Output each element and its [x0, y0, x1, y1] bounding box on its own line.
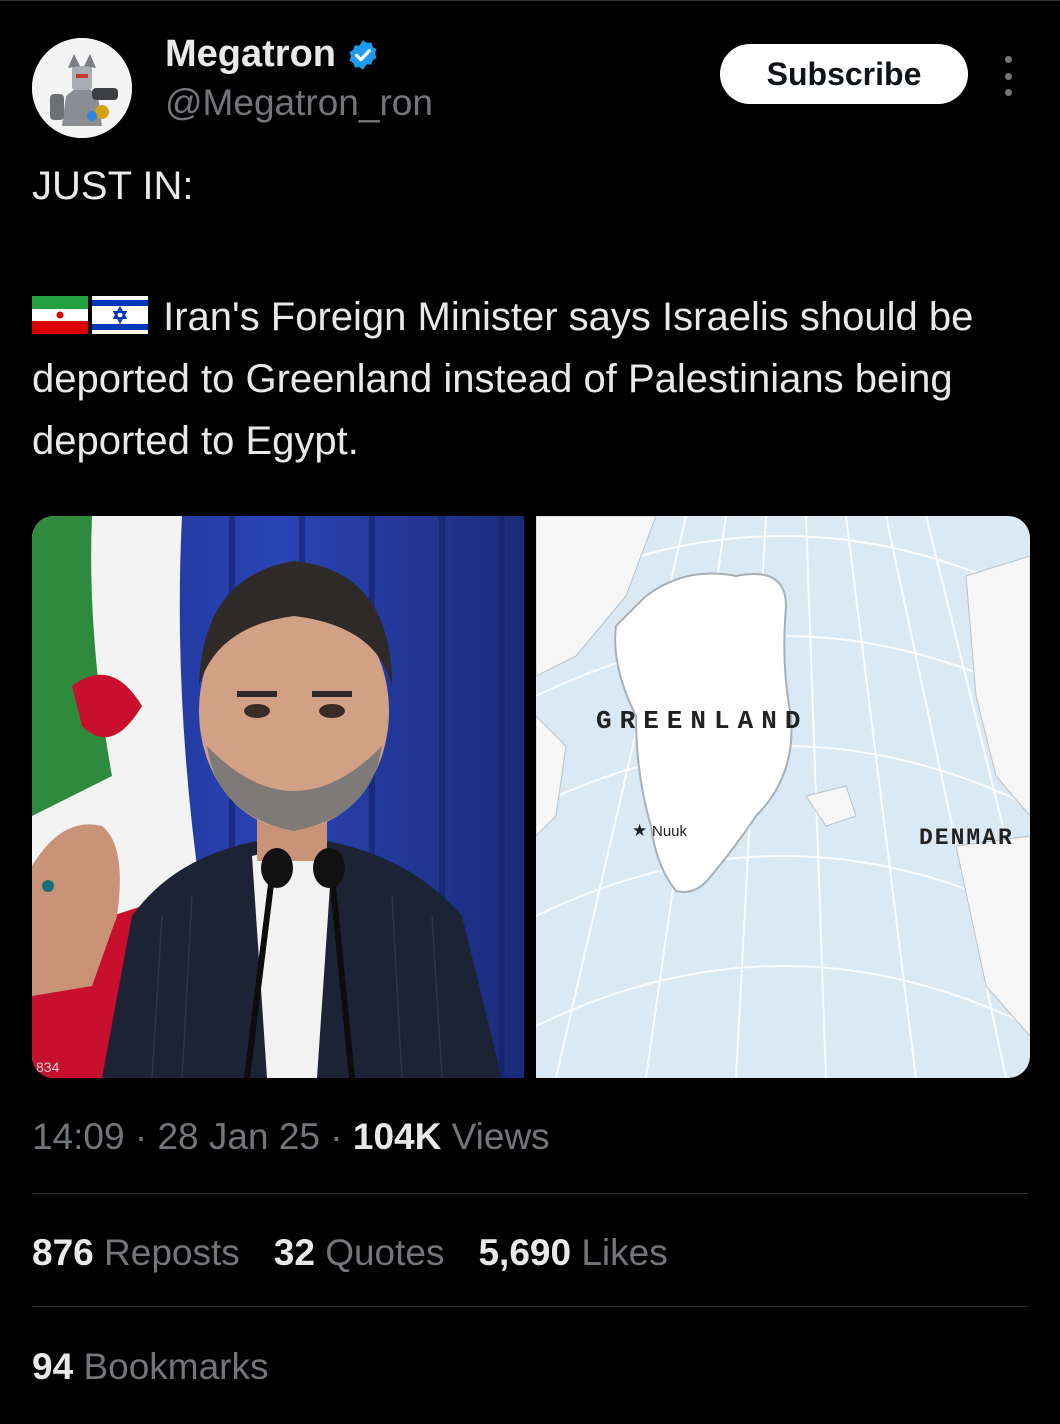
reposts-stat[interactable]: 876 Reposts: [32, 1232, 240, 1274]
reposts-count: 876: [32, 1232, 94, 1273]
views-count: 104K: [352, 1116, 442, 1157]
megatron-avatar-icon: [32, 38, 132, 138]
quotes-label: Quotes: [325, 1232, 445, 1273]
bookmarks-count: 94: [32, 1346, 74, 1387]
avatar[interactable]: [32, 38, 132, 138]
bookmarks-stat[interactable]: 94 Bookmarks: [32, 1346, 269, 1388]
engagement-stats: 876 Reposts 32 Quotes 5,690 Likes: [32, 1232, 668, 1274]
top-divider: [0, 0, 1060, 1]
iran-flag-icon: [32, 296, 88, 335]
author-handle[interactable]: @Megatron_ron: [165, 82, 433, 124]
author-name[interactable]: Megatron: [165, 33, 336, 76]
quotes-stat[interactable]: 32 Quotes: [274, 1232, 445, 1274]
likes-stat[interactable]: 5,690 Likes: [478, 1232, 667, 1274]
author-name-row[interactable]: Megatron: [165, 33, 380, 76]
tweet-date[interactable]: 28 Jan 25: [157, 1116, 320, 1157]
reposts-label: Reposts: [104, 1232, 240, 1273]
likes-label: Likes: [581, 1232, 668, 1273]
map-label-denmark: DENMAR: [919, 825, 1014, 851]
foreign-minister-photo[interactable]: 834: [32, 516, 524, 1078]
divider: [32, 1193, 1028, 1194]
map-star-icon: ★: [632, 821, 647, 840]
likes-count: 5,690: [478, 1232, 572, 1273]
subscribe-button[interactable]: Subscribe: [720, 44, 968, 104]
tweet-body-text: Iran's Foreign Minister says Israelis sh…: [32, 295, 974, 463]
divider: [32, 1306, 1028, 1307]
greenland-map[interactable]: GREENLAND ★ Nuuk DENMAR: [536, 516, 1030, 1078]
tweet-headline: JUST IN:: [32, 164, 194, 208]
quotes-count: 32: [273, 1232, 315, 1273]
bookmarks-label: Bookmarks: [83, 1346, 269, 1387]
tweet-meta: 14:09 · 28 Jan 25 · 104K Views: [32, 1116, 550, 1157]
verified-badge-icon: [349, 39, 377, 70]
tweet-text: Iran's Foreign Minister says Israelis sh…: [32, 286, 1022, 472]
tweet-media[interactable]: 834 GREENLAND ★ Nuuk DENMAR: [32, 516, 1030, 1078]
israel-flag-icon: [92, 296, 148, 335]
photo-watermark: 834: [36, 1059, 60, 1075]
map-label-greenland: GREENLAND: [596, 706, 808, 736]
more-options-icon[interactable]: [1000, 56, 1016, 96]
tweet-time[interactable]: 14:09: [32, 1116, 125, 1157]
views-label: Views: [451, 1116, 550, 1157]
map-label-nuuk: Nuuk: [652, 823, 688, 840]
